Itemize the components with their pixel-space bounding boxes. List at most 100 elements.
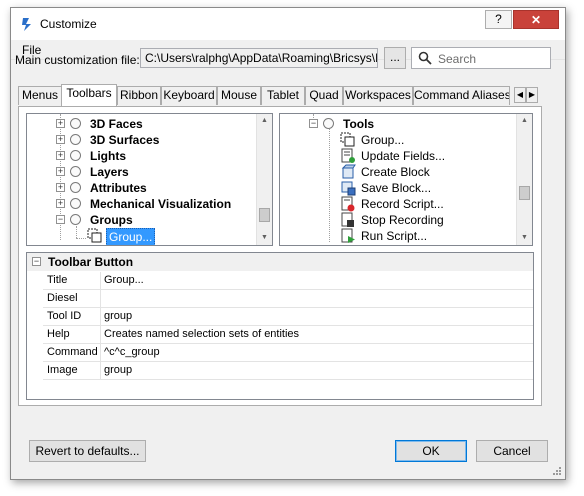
expand-plus-icon[interactable]: + [56,135,65,144]
scroll-up-icon[interactable]: ▲ [257,114,272,128]
command-label: Group... [361,133,405,147]
tree-item[interactable]: + Layers [27,164,257,180]
property-name: Title [43,272,101,289]
create-block-icon [341,164,356,179]
property-value[interactable]: group [104,362,529,379]
tab-bar: Menus Toolbars Ribbon Keyboard Mouse Tab… [18,84,543,106]
command-label: Record Script... [361,197,444,211]
tab-ribbon[interactable]: Ribbon [117,86,161,105]
command-item[interactable]: Create Block [280,164,516,180]
expand-plus-icon[interactable]: + [56,119,65,128]
tree-root[interactable]: − Tools [280,116,516,132]
collapse-minus-icon[interactable]: − [56,215,65,224]
command-item[interactable]: Stop Recording [280,212,516,228]
search-icon [418,51,432,65]
cancel-button[interactable]: Cancel [476,440,548,462]
command-item[interactable]: Save Block... [280,180,516,196]
tree-item[interactable]: + 3D Faces [27,116,257,132]
search-placeholder: Search [438,52,477,66]
properties-header[interactable]: − Toolbar Button [27,253,533,271]
property-row[interactable]: Image group [43,362,533,380]
customization-file-path[interactable]: C:\Users\ralphg\AppData\Roaming\Bricsys\… [140,48,378,68]
property-row[interactable]: Command ^c^c_group [43,344,533,362]
expand-plus-icon[interactable]: + [56,167,65,176]
expand-plus-icon[interactable]: + [56,183,65,192]
title-bar: Customize ? ✕ [11,8,565,40]
expand-plus-icon[interactable]: + [56,199,65,208]
property-value[interactable]: group [104,308,529,325]
tab-scroll-right-icon[interactable]: ▶ [526,87,538,103]
radio-circle-icon [70,134,81,145]
command-tree[interactable]: − Tools Group... Update Fields... Create… [279,113,533,246]
toolbars-panel: + 3D Faces + 3D Surfaces + Lights + Laye… [18,106,542,406]
property-value[interactable]: Group... [104,272,529,289]
scroll-thumb[interactable] [519,186,530,200]
collapse-minus-icon[interactable]: − [32,257,41,266]
tree-item[interactable]: + Mechanical Visualization [27,196,257,212]
save-block-icon [341,181,356,196]
property-value[interactable] [104,290,529,307]
property-row[interactable]: Tool ID group [43,308,533,326]
tab-scroll-left-icon[interactable]: ◀ [514,87,526,103]
customize-dialog: Customize ? ✕ File Main customization fi… [10,7,566,480]
tree-item[interactable]: + Lights [27,148,257,164]
scroll-down-icon[interactable]: ▼ [257,231,272,245]
revert-to-defaults-button[interactable]: Revert to defaults... [29,440,146,462]
tree-item[interactable]: + Attributes [27,180,257,196]
tree-item-label: Lights [90,149,126,163]
close-button[interactable]: ✕ [513,10,559,29]
browse-button[interactable]: ... [384,47,406,69]
tree-item-label: Groups [90,213,133,227]
tab-menus[interactable]: Menus [18,86,62,105]
property-name: Image [43,362,101,379]
tree-item[interactable]: + 3D Surfaces [27,132,257,148]
radio-circle-icon [70,118,81,129]
command-item[interactable]: Record Script... [280,196,516,212]
command-item[interactable]: Run Script... [280,228,516,244]
bricscad-logo-icon [22,18,31,31]
run-script-icon [341,228,355,243]
toolbar-tree[interactable]: + 3D Faces + 3D Surfaces + Lights + Laye… [26,113,273,246]
property-value[interactable]: Creates named selection sets of entities [104,326,529,343]
property-value[interactable]: ^c^c_group [104,344,529,361]
tree-item-selected[interactable]: Group... [27,228,257,245]
tab-mouse[interactable]: Mouse [217,86,261,105]
command-item[interactable]: Group... [280,132,516,148]
left-tree-scrollbar[interactable]: ▲ ▼ [256,114,272,245]
tab-command-aliases[interactable]: Command Aliases [413,86,510,105]
customization-file-label: Main customization file: [15,53,140,67]
tab-toolbars[interactable]: Toolbars [61,84,117,106]
tab-workspaces[interactable]: Workspaces [343,86,413,105]
scroll-down-icon[interactable]: ▼ [517,231,532,245]
tree-item-label: 3D Surfaces [90,133,160,147]
right-tree-scrollbar[interactable]: ▲ ▼ [516,114,532,245]
tab-tablet[interactable]: Tablet [261,86,305,105]
tree-item-label: Mechanical Visualization [90,197,232,211]
update-fields-icon [341,148,355,163]
stop-recording-icon [341,212,354,227]
command-label: Update Fields... [361,149,446,163]
scroll-thumb[interactable] [259,208,270,222]
help-button[interactable]: ? [485,10,512,29]
collapse-minus-icon[interactable]: − [309,119,318,128]
tree-item[interactable]: − Groups [27,212,257,228]
scroll-up-icon[interactable]: ▲ [517,114,532,128]
expand-plus-icon[interactable]: + [56,151,65,160]
ok-button[interactable]: OK [395,440,467,462]
property-row[interactable]: Title Group... [43,272,533,290]
record-script-icon [341,196,355,212]
tab-quad[interactable]: Quad [305,86,343,105]
radio-circle-icon [70,166,81,177]
property-name: Tool ID [43,308,101,325]
property-name: Command [43,344,101,361]
search-input[interactable]: Search [411,47,551,69]
property-row[interactable]: Help Creates named selection sets of ent… [43,326,533,344]
property-row[interactable]: Diesel [43,290,533,308]
radio-circle-icon [70,198,81,209]
tab-keyboard[interactable]: Keyboard [161,86,217,105]
tree-item-label: Group... [106,228,156,245]
tree-item-label: Layers [90,165,129,179]
tree-item-label: 3D Faces [90,117,143,131]
resize-grip-icon[interactable] [552,466,562,476]
command-item[interactable]: Update Fields... [280,148,516,164]
